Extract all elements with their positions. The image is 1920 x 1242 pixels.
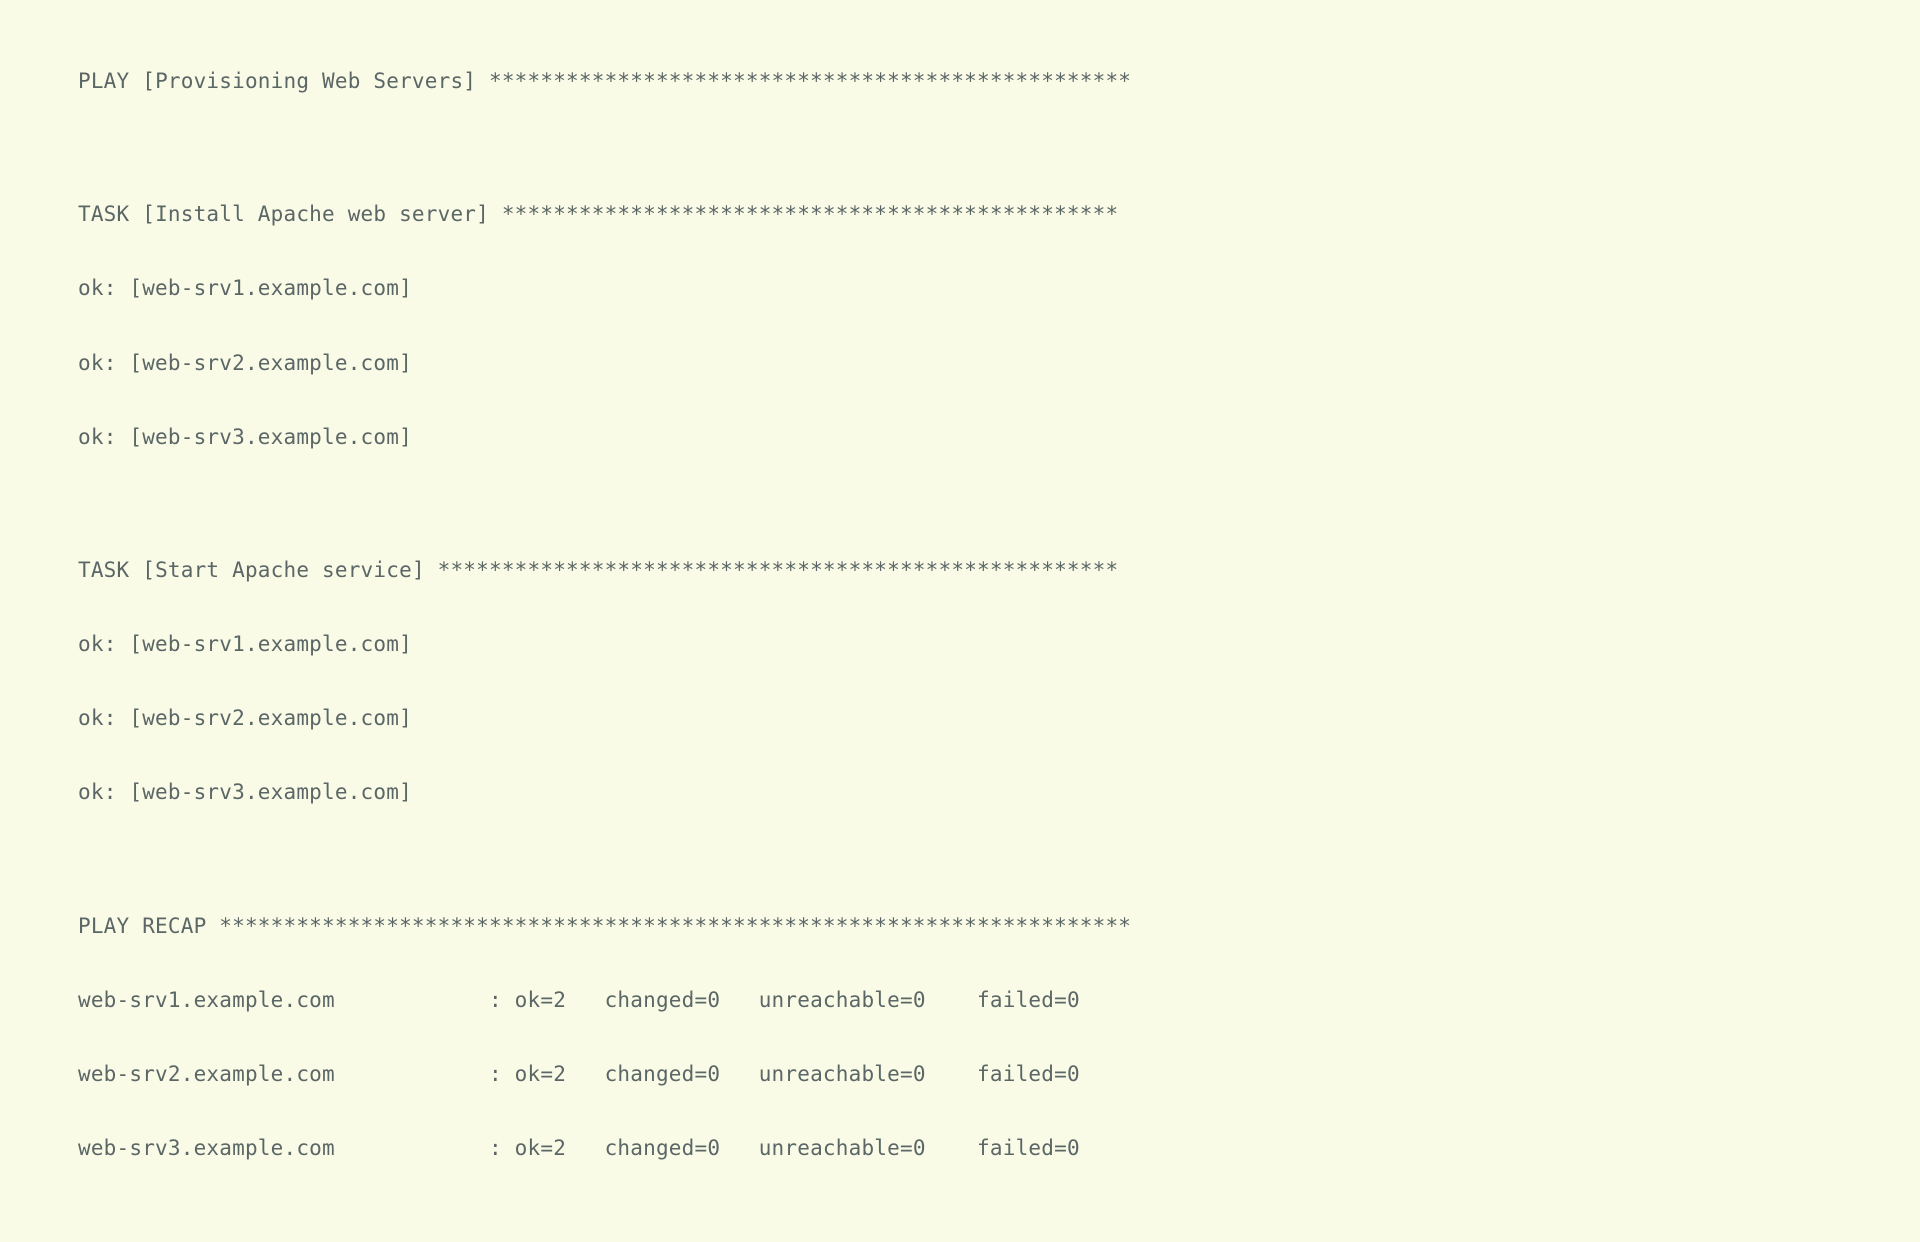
- task-stars: ****************************************…: [502, 202, 1118, 226]
- task-label: TASK: [78, 202, 129, 226]
- result-status: ok: [78, 351, 104, 375]
- recap-stars: ****************************************…: [219, 914, 1131, 938]
- result-host: web-srv1.example.com: [142, 632, 399, 656]
- blank-line: [78, 140, 1920, 168]
- recap-unreachable: 0: [913, 988, 926, 1012]
- recap-changed: 0: [707, 988, 720, 1012]
- task-result-line: ok: [web-srv1.example.com]: [78, 273, 1920, 304]
- task-result-line: ok: [web-srv2.example.com]: [78, 703, 1920, 734]
- result-host: web-srv2.example.com: [142, 351, 399, 375]
- task-result-line: ok: [web-srv3.example.com]: [78, 422, 1920, 453]
- recap-ok: 2: [553, 1062, 566, 1086]
- task-header-line: TASK [Install Apache web server] *******…: [78, 199, 1920, 230]
- task-name: Install Apache web server: [155, 202, 476, 226]
- recap-row: web-srv1.example.com : ok=2 changed=0 un…: [78, 985, 1920, 1016]
- result-status: ok: [78, 780, 104, 804]
- recap-host: web-srv3.example.com: [78, 1136, 335, 1160]
- recap-unreachable: 0: [913, 1062, 926, 1086]
- recap-unreachable: 0: [913, 1136, 926, 1160]
- recap-ok: 2: [553, 988, 566, 1012]
- task-result-line: ok: [web-srv3.example.com]: [78, 777, 1920, 808]
- recap-row: web-srv2.example.com : ok=2 changed=0 un…: [78, 1059, 1920, 1090]
- result-host: web-srv1.example.com: [142, 276, 399, 300]
- task-header-line: TASK [Start Apache service] ************…: [78, 555, 1920, 586]
- recap-host: web-srv2.example.com: [78, 1062, 335, 1086]
- recap-host: web-srv1.example.com: [78, 988, 335, 1012]
- task-label: TASK: [78, 558, 129, 582]
- recap-failed: 0: [1067, 988, 1080, 1012]
- recap-row: web-srv3.example.com : ok=2 changed=0 un…: [78, 1133, 1920, 1164]
- result-status: ok: [78, 706, 104, 730]
- task-stars: ****************************************…: [438, 558, 1119, 582]
- task-result-line: ok: [web-srv2.example.com]: [78, 348, 1920, 379]
- task-name: Start Apache service: [155, 558, 412, 582]
- result-host: web-srv3.example.com: [142, 425, 399, 449]
- recap-changed: 0: [707, 1062, 720, 1086]
- play-stars: ****************************************…: [489, 69, 1131, 93]
- play-label: PLAY: [78, 69, 129, 93]
- play-name: Provisioning Web Servers: [155, 69, 463, 93]
- result-host: web-srv2.example.com: [142, 706, 399, 730]
- task-result-line: ok: [web-srv1.example.com]: [78, 629, 1920, 660]
- recap-changed: 0: [707, 1136, 720, 1160]
- result-status: ok: [78, 425, 104, 449]
- recap-failed: 0: [1067, 1136, 1080, 1160]
- recap-label: PLAY RECAP: [78, 914, 206, 938]
- recap-ok: 2: [553, 1136, 566, 1160]
- recap-failed: 0: [1067, 1062, 1080, 1086]
- result-status: ok: [78, 276, 104, 300]
- blank-line: [78, 496, 1920, 524]
- play-header-line: PLAY [Provisioning Web Servers] ********…: [78, 66, 1920, 97]
- result-status: ok: [78, 632, 104, 656]
- blank-line: [78, 852, 1920, 880]
- recap-header-line: PLAY RECAP *****************************…: [78, 911, 1920, 942]
- result-host: web-srv3.example.com: [142, 780, 399, 804]
- ansible-output-panel: PLAY [Provisioning Web Servers] ********…: [0, 35, 1920, 1207]
